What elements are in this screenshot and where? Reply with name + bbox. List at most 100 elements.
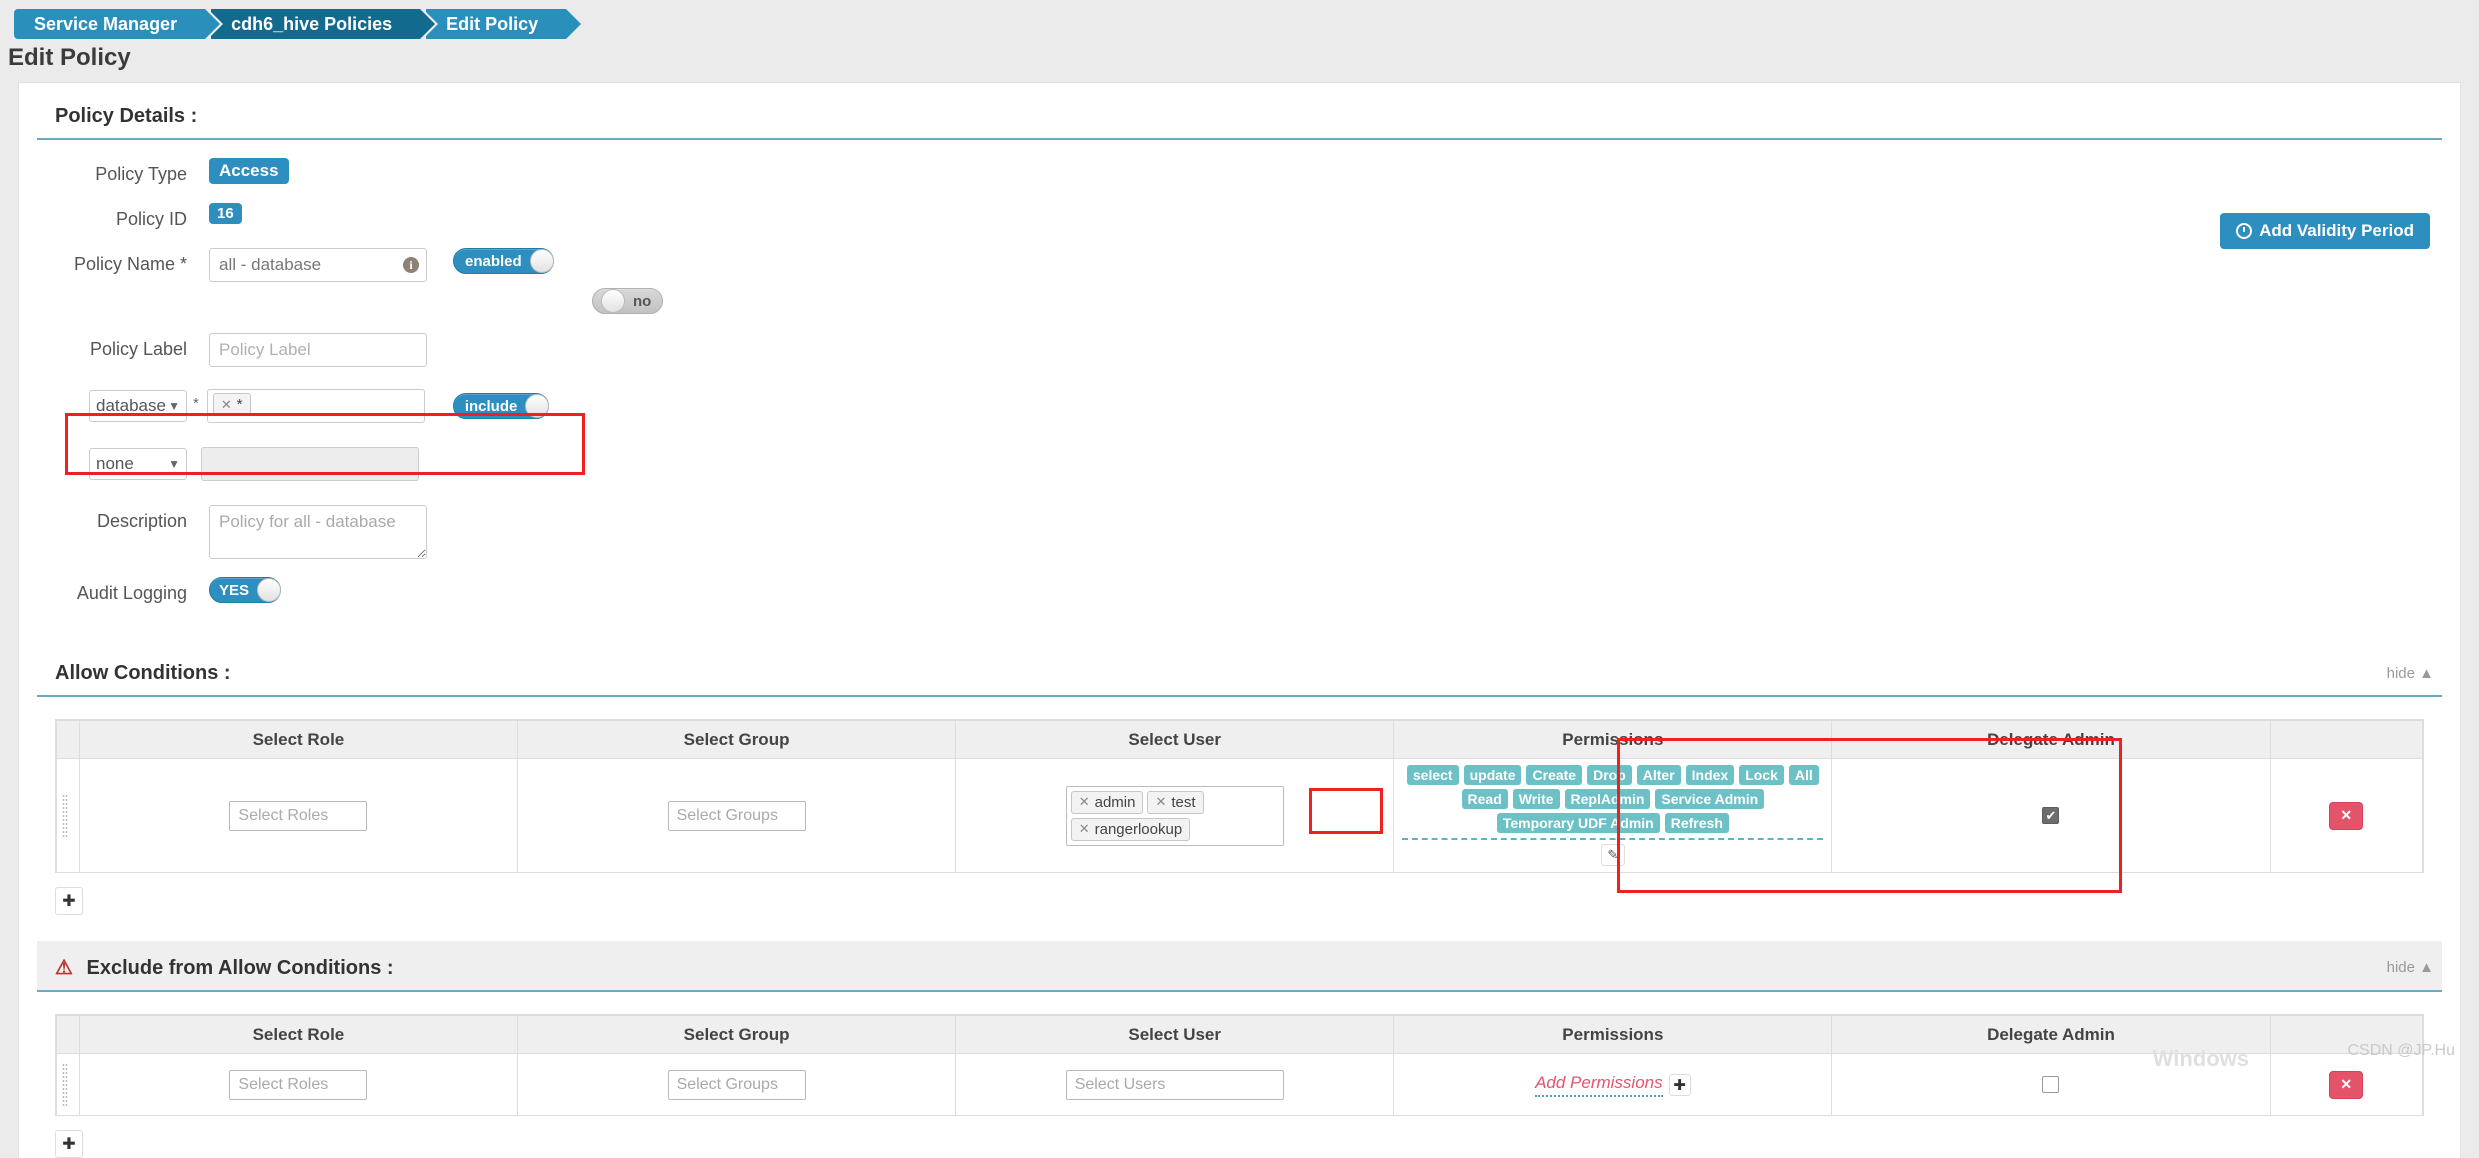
select-roles-input[interactable] bbox=[229, 1069, 368, 1100]
select-groups-input[interactable] bbox=[667, 800, 806, 831]
permission-badge[interactable]: Temporary UDF Admin bbox=[1496, 813, 1660, 833]
chevron-up-icon: ▲ bbox=[2419, 959, 2434, 976]
select-users-tag-input[interactable]: ✕ admin ✕ test ✕ rangerlookup bbox=[1065, 785, 1284, 846]
row-drag-handle[interactable] bbox=[56, 758, 80, 873]
include-exclude-toggle[interactable]: include bbox=[452, 393, 550, 419]
user-tag-label: test bbox=[1171, 793, 1196, 811]
close-icon[interactable]: ✕ bbox=[221, 397, 232, 413]
watermark: CSDN @JP.Hu bbox=[2347, 1042, 2455, 1059]
breadcrumb: Service Manager cdh6_hive Policies Edit … bbox=[0, 0, 2479, 40]
allow-conditions-hide-link[interactable]: hide ▲ bbox=[2387, 665, 2442, 682]
exclude-conditions-table: Select Role Select Group Select User Per… bbox=[56, 1015, 2424, 1116]
exclude-conditions-hide-link[interactable]: hide ▲ bbox=[2387, 959, 2442, 976]
column-select-group: Select Group bbox=[516, 1015, 957, 1054]
breadcrumb-item-service-manager[interactable]: Service Manager bbox=[14, 9, 224, 39]
delegate-admin-checkbox[interactable] bbox=[2042, 1075, 2060, 1093]
warning-triangle-icon: ⚠ bbox=[55, 957, 73, 979]
row-drag-handle[interactable] bbox=[56, 1053, 80, 1116]
user-tag-rangerlookup[interactable]: ✕ rangerlookup bbox=[1070, 817, 1191, 841]
select-roles-input[interactable] bbox=[229, 800, 368, 831]
close-icon[interactable]: ✕ bbox=[1079, 821, 1090, 837]
permission-badge[interactable]: update bbox=[1463, 765, 1522, 785]
description-textarea[interactable] bbox=[209, 505, 427, 559]
policy-id-label: Policy ID bbox=[115, 209, 187, 229]
permission-badge[interactable]: Refresh bbox=[1664, 813, 1729, 833]
column-permissions: Permissions bbox=[1393, 1015, 1833, 1054]
add-allow-condition-row-button[interactable]: ✚ bbox=[55, 887, 83, 915]
select-groups-input[interactable] bbox=[667, 1069, 806, 1100]
include-label: include bbox=[464, 397, 518, 415]
policy-recursive-toggle[interactable]: no bbox=[592, 288, 664, 314]
policy-enabled-toggle[interactable]: enabled bbox=[453, 248, 554, 274]
breadcrumb-item-cdh6-hive-policies[interactable]: cdh6_hive Policies bbox=[211, 9, 439, 39]
description-row: Description bbox=[19, 505, 2460, 559]
close-icon[interactable]: ✕ bbox=[1155, 794, 1166, 810]
delegate-admin-checkbox[interactable]: ✔ bbox=[2042, 806, 2060, 824]
user-tag-label: admin bbox=[1094, 793, 1136, 811]
resource-type-select-database[interactable]: database ▼ bbox=[89, 390, 187, 422]
required-asterisk: * bbox=[193, 395, 199, 412]
add-validity-period-label: Add Validity Period bbox=[2259, 221, 2414, 240]
permission-badge[interactable]: Write bbox=[1512, 789, 1560, 809]
resource-tag[interactable]: ✕ * bbox=[212, 393, 251, 416]
add-exclude-condition-row-button[interactable]: ✚ bbox=[55, 1130, 83, 1158]
permission-badge[interactable]: Read bbox=[1461, 789, 1508, 809]
hide-label: hide bbox=[2386, 665, 2415, 682]
delete-row-button[interactable]: ✕ bbox=[2329, 1070, 2364, 1099]
column-select-user: Select User bbox=[955, 1015, 1395, 1054]
resource-type-value: database bbox=[96, 396, 166, 415]
column-permissions: Permissions bbox=[1393, 720, 1833, 759]
cell-delegate-admin: ✔ bbox=[1831, 758, 2271, 873]
edit-policy-panel: Policy Details : Add Validity Period Pol… bbox=[18, 82, 2461, 1158]
permission-badge[interactable]: ReplAdmin bbox=[1564, 789, 1651, 809]
column-select-user: Select User bbox=[955, 720, 1395, 759]
permission-badge[interactable]: All bbox=[1788, 765, 1819, 785]
chevron-up-icon: ▲ bbox=[2419, 665, 2434, 682]
permission-badge[interactable]: Lock bbox=[1739, 765, 1784, 785]
policy-name-input[interactable] bbox=[209, 248, 427, 282]
page-title: Edit Policy bbox=[8, 44, 131, 71]
exclude-conditions-heading: ⚠ Exclude from Allow Conditions : hide ▲ bbox=[37, 941, 2442, 992]
toggle-knob bbox=[525, 394, 550, 418]
table-header-row: Select Role Select Group Select User Per… bbox=[56, 1015, 2424, 1054]
policy-details-title: Policy Details : bbox=[55, 105, 198, 127]
info-icon[interactable]: i bbox=[403, 257, 419, 273]
add-validity-period-button[interactable]: Add Validity Period bbox=[2220, 213, 2430, 249]
permission-badge[interactable]: Index bbox=[1685, 765, 1735, 785]
breadcrumb-label: Edit Policy bbox=[446, 13, 539, 34]
close-icon[interactable]: ✕ bbox=[1079, 794, 1090, 810]
user-tag-test[interactable]: ✕ test bbox=[1147, 790, 1204, 814]
plus-icon[interactable]: ✚ bbox=[1668, 1074, 1691, 1096]
select-users-input[interactable] bbox=[1065, 1069, 1284, 1100]
database-resource-tag-input[interactable]: ✕ * bbox=[206, 389, 425, 423]
allow-conditions-title: Allow Conditions : bbox=[55, 662, 231, 684]
policy-type-row: Policy Type Access bbox=[19, 158, 2460, 185]
user-tag-admin[interactable]: ✕ admin bbox=[1070, 790, 1144, 814]
cell-actions: ✕ bbox=[2269, 758, 2424, 873]
policy-enabled-label: enabled bbox=[465, 252, 522, 270]
audit-logging-toggle[interactable]: YES bbox=[209, 577, 282, 603]
audit-logging-row: Audit Logging YES bbox=[19, 577, 2460, 604]
resource-type-select-none[interactable]: none ▼ bbox=[89, 448, 187, 480]
policy-recursive-row: no bbox=[19, 288, 2460, 319]
grip-icon bbox=[62, 793, 68, 838]
grip-icon bbox=[62, 1062, 68, 1107]
exclude-conditions-table-wrap: Select Role Select Group Select User Per… bbox=[55, 1014, 2424, 1116]
breadcrumb-item-edit-policy[interactable]: Edit Policy bbox=[426, 9, 585, 39]
allow-conditions-table: Select Role Select Group Select User Per… bbox=[56, 720, 2424, 873]
policy-label-input[interactable] bbox=[209, 333, 427, 367]
permission-badge[interactable]: Alter bbox=[1636, 765, 1681, 785]
permission-badge[interactable]: Drop bbox=[1587, 765, 1632, 785]
permission-badge[interactable]: select bbox=[1406, 765, 1459, 785]
column-select-group: Select Group bbox=[516, 720, 957, 759]
pencil-icon[interactable]: ✎ bbox=[1600, 844, 1625, 866]
delete-row-button[interactable]: ✕ bbox=[2329, 801, 2364, 830]
policy-details-heading: Policy Details : bbox=[37, 83, 2442, 140]
allow-conditions-table-wrap: Select Role Select Group Select User Per… bbox=[55, 719, 2424, 873]
cell-select-user bbox=[955, 1053, 1395, 1116]
add-permissions-link[interactable]: Add Permissions bbox=[1535, 1073, 1663, 1097]
toggle-knob bbox=[257, 578, 282, 602]
permission-badge[interactable]: Service Admin bbox=[1655, 789, 1765, 809]
permission-badge[interactable]: Create bbox=[1526, 765, 1583, 785]
chevron-down-icon: ▼ bbox=[168, 457, 180, 471]
